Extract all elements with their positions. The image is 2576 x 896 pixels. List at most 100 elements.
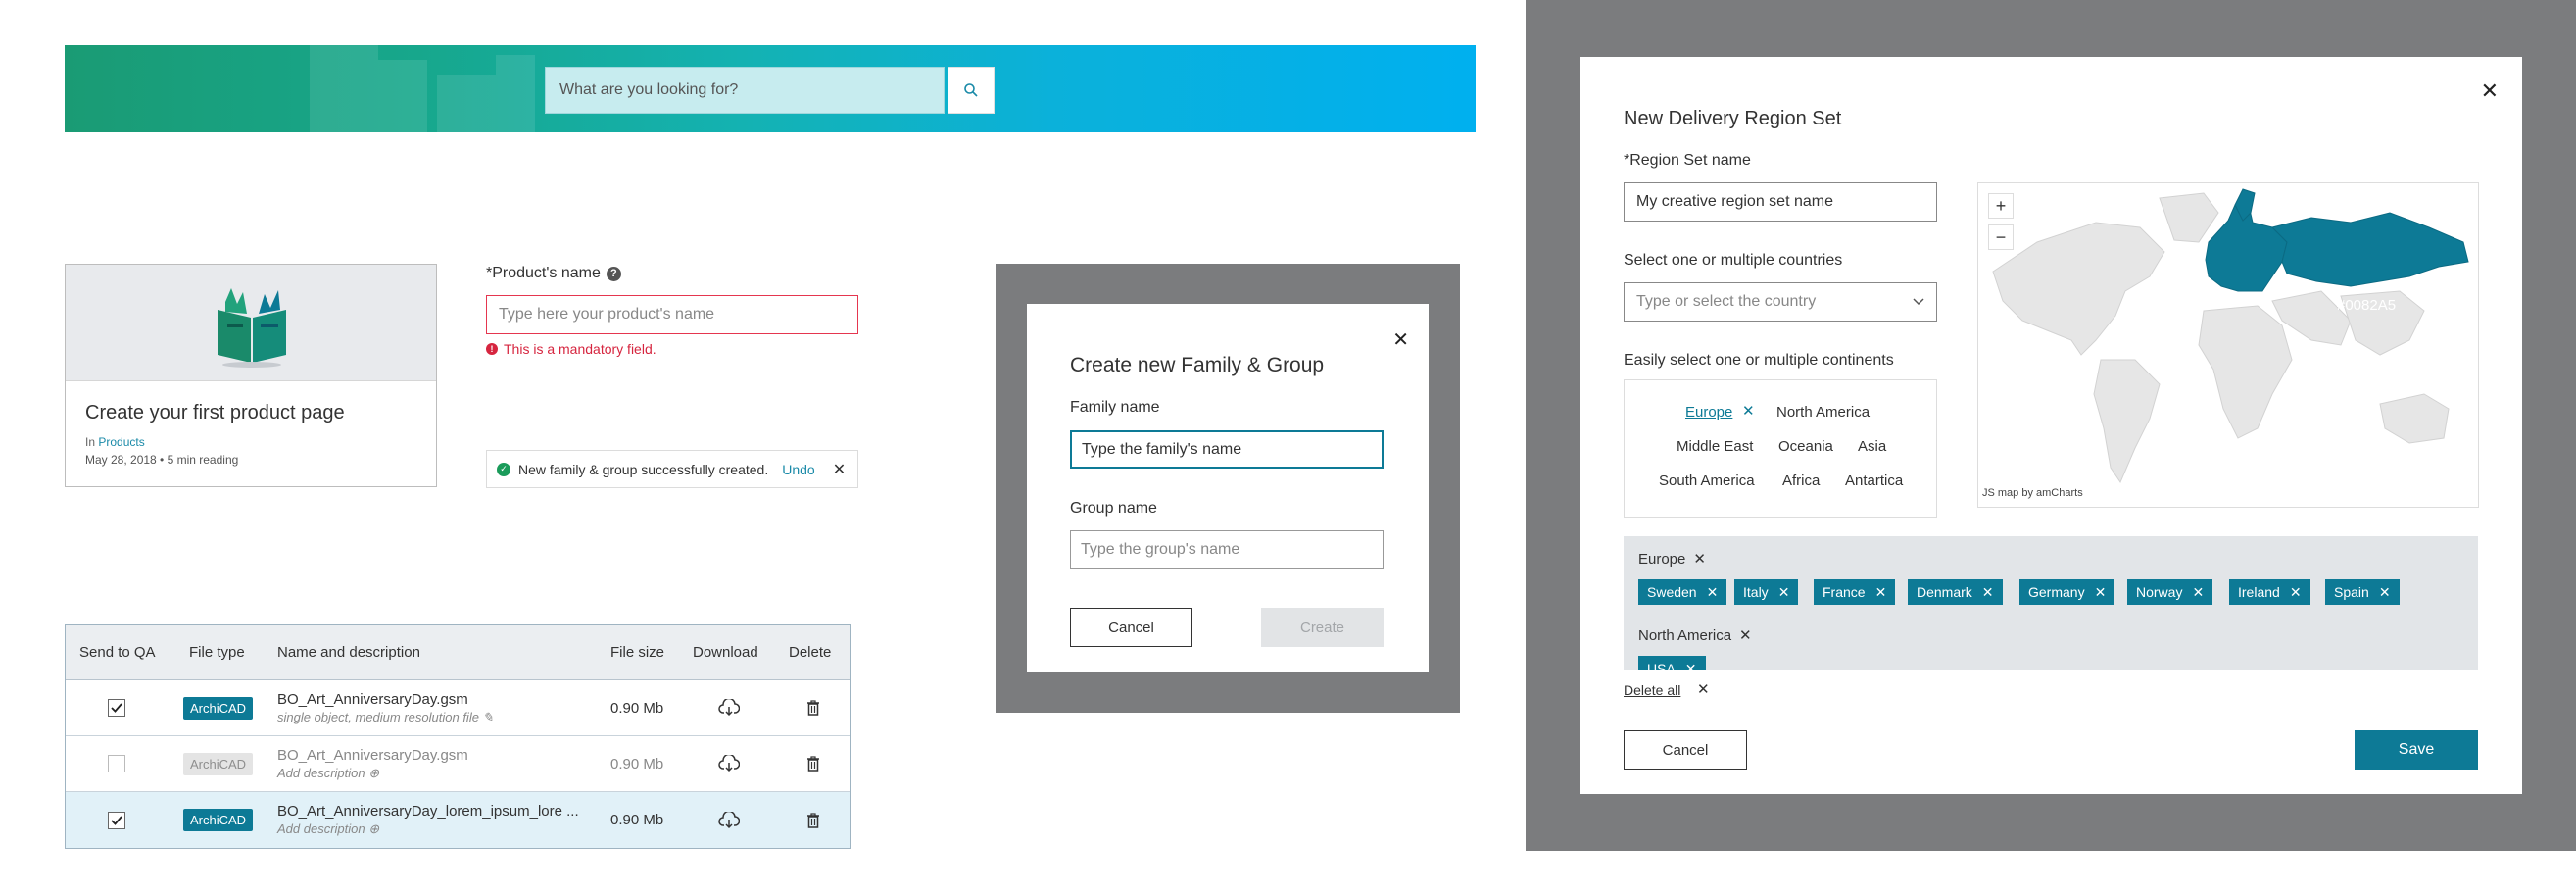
card-category-link[interactable]: Products bbox=[98, 435, 144, 449]
country-tag-label: Sweden bbox=[1647, 584, 1697, 600]
delete-all-link[interactable]: Delete all bbox=[1624, 682, 1680, 698]
file-table: Send to QA File type Name and descriptio… bbox=[65, 624, 851, 849]
product-name-label: *Product's name ? bbox=[486, 265, 621, 282]
country-tag[interactable]: France ✕ bbox=[1814, 579, 1896, 605]
close-icon[interactable]: ✕ bbox=[2379, 584, 2391, 601]
country-tag-label: Spain bbox=[2334, 584, 2369, 600]
add-description-text: Add description bbox=[277, 765, 365, 780]
family-name-input[interactable] bbox=[1070, 430, 1384, 469]
table-row[interactable]: ArchiCAD BO_Art_AnniversaryDay_lorem_ips… bbox=[66, 792, 850, 848]
product-name-label-text: *Product's name bbox=[486, 265, 601, 281]
continent-europe[interactable]: Europe bbox=[1685, 404, 1732, 421]
close-icon[interactable]: ✕ bbox=[2481, 78, 2499, 104]
continent-label: Europe bbox=[1685, 404, 1733, 421]
help-icon[interactable]: ? bbox=[606, 266, 621, 281]
send-to-qa-checkbox[interactable] bbox=[108, 811, 125, 829]
close-icon[interactable]: ✕ bbox=[1685, 661, 1697, 671]
hero-decoration bbox=[496, 55, 535, 132]
delivery-region-modal: New Delivery Region Set ✕ *Region Set na… bbox=[1580, 57, 2522, 794]
continent-antartica[interactable]: Antartica bbox=[1845, 473, 1903, 489]
column-header-file-type: File type bbox=[189, 644, 245, 661]
download-icon[interactable] bbox=[718, 736, 740, 791]
country-tag[interactable]: USA ✕ bbox=[1638, 656, 1706, 670]
region-group-label: Europe bbox=[1638, 550, 1686, 568]
chevron-down-icon bbox=[1913, 298, 1924, 306]
group-name-input[interactable] bbox=[1070, 530, 1384, 569]
add-icon: ⊕ bbox=[368, 765, 380, 780]
add-icon: ⊕ bbox=[368, 821, 380, 836]
close-icon[interactable]: ✕ bbox=[1707, 584, 1719, 601]
create-button[interactable]: Create bbox=[1261, 608, 1384, 647]
country-tag[interactable]: Spain ✕ bbox=[2325, 579, 2400, 605]
close-icon[interactable]: ✕ bbox=[1697, 680, 1710, 698]
cancel-button[interactable]: Cancel bbox=[1624, 730, 1747, 770]
card-image bbox=[66, 265, 436, 381]
close-icon[interactable]: ✕ bbox=[2095, 584, 2107, 601]
file-size: 0.90 Mb bbox=[610, 812, 664, 828]
country-tag[interactable]: Italy ✕ bbox=[1734, 579, 1799, 605]
country-tag-label: Norway bbox=[2136, 584, 2183, 600]
success-icon: ✓ bbox=[497, 462, 510, 476]
close-icon[interactable]: ✕ bbox=[833, 460, 846, 479]
download-icon[interactable] bbox=[718, 792, 740, 848]
continent-oceania[interactable]: Oceania bbox=[1778, 438, 1833, 455]
edit-icon[interactable]: ✎ bbox=[483, 710, 494, 724]
continent-africa[interactable]: Africa bbox=[1782, 473, 1820, 489]
trash-icon[interactable] bbox=[806, 736, 820, 791]
send-to-qa-checkbox[interactable] bbox=[108, 699, 125, 717]
search-button[interactable] bbox=[948, 67, 995, 114]
add-description[interactable]: Add description ⊕ bbox=[277, 821, 379, 837]
continent-middle-east[interactable]: Middle East bbox=[1677, 438, 1753, 455]
hero-decoration bbox=[310, 45, 378, 132]
close-icon[interactable]: ✕ bbox=[1392, 327, 1409, 352]
continent-asia[interactable]: Asia bbox=[1858, 438, 1886, 455]
file-type-badge: ArchiCAD bbox=[183, 696, 254, 720]
close-icon[interactable]: ✕ bbox=[1739, 626, 1752, 644]
column-header-delete: Delete bbox=[789, 644, 832, 661]
undo-link[interactable]: Undo bbox=[782, 462, 814, 477]
file-size: 0.90 Mb bbox=[610, 755, 664, 772]
save-button[interactable]: Save bbox=[2355, 730, 2478, 770]
country-tag-label: Ireland bbox=[2238, 584, 2280, 600]
close-icon[interactable]: ✕ bbox=[2192, 584, 2204, 601]
continent-north-america[interactable]: North America bbox=[1776, 404, 1870, 421]
close-icon[interactable]: ✕ bbox=[1778, 584, 1790, 601]
hero-decoration bbox=[378, 60, 427, 132]
card-meta: May 28, 2018 • 5 min reading bbox=[85, 453, 239, 467]
table-row[interactable]: ArchiCAD BO_Art_AnniversaryDay.gsm singl… bbox=[66, 680, 850, 736]
product-name-input[interactable] bbox=[486, 295, 858, 334]
modal-overlay: New Delivery Region Set ✕ *Region Set na… bbox=[1526, 0, 2576, 851]
family-name-label: Family name bbox=[1070, 399, 1160, 416]
search-input[interactable] bbox=[545, 67, 945, 114]
close-icon[interactable]: ✕ bbox=[1982, 584, 1994, 601]
file-size: 0.90 Mb bbox=[610, 699, 664, 717]
country-tag[interactable]: Sweden ✕ bbox=[1638, 579, 1727, 605]
country-select[interactable]: Type or select the country bbox=[1624, 282, 1937, 322]
hero-decoration bbox=[437, 75, 496, 132]
cancel-button[interactable]: Cancel bbox=[1070, 608, 1192, 647]
close-icon[interactable]: ✕ bbox=[1875, 584, 1887, 601]
file-name: BO_Art_AnniversaryDay.gsm bbox=[277, 746, 468, 764]
world-map[interactable]: + − #0082A5 JS map by amCharts bbox=[1977, 182, 2479, 508]
country-tag[interactable]: Norway ✕ bbox=[2127, 579, 2213, 605]
close-icon[interactable]: ✕ bbox=[1693, 550, 1706, 568]
send-to-qa-checkbox[interactable] bbox=[108, 755, 125, 772]
country-tag[interactable]: Germany ✕ bbox=[2019, 579, 2115, 605]
trash-icon[interactable] bbox=[806, 792, 820, 848]
country-tag[interactable]: Ireland ✕ bbox=[2229, 579, 2310, 605]
country-tag[interactable]: Denmark ✕ bbox=[1908, 579, 2003, 605]
table-row[interactable]: ArchiCAD BO_Art_AnniversaryDay.gsm Add d… bbox=[66, 736, 850, 792]
continent-south-america[interactable]: South America bbox=[1659, 473, 1755, 489]
card-category-prefix: In bbox=[85, 435, 96, 449]
product-name-error-text: This is a mandatory field. bbox=[504, 341, 656, 357]
success-toast: ✓ New family & group successfully create… bbox=[486, 450, 858, 488]
product-card[interactable]: Create your first product page In Produc… bbox=[65, 264, 437, 487]
close-icon[interactable]: ✕ bbox=[1742, 402, 1755, 420]
trash-icon[interactable] bbox=[806, 680, 820, 735]
add-description[interactable]: Add description ⊕ bbox=[277, 766, 379, 781]
close-icon[interactable]: ✕ bbox=[2290, 584, 2302, 601]
file-description-text: single object, medium resolution file bbox=[277, 709, 479, 724]
download-icon[interactable] bbox=[718, 680, 740, 735]
file-type-badge: ArchiCAD bbox=[183, 809, 254, 831]
region-set-name-input[interactable] bbox=[1624, 182, 1937, 222]
